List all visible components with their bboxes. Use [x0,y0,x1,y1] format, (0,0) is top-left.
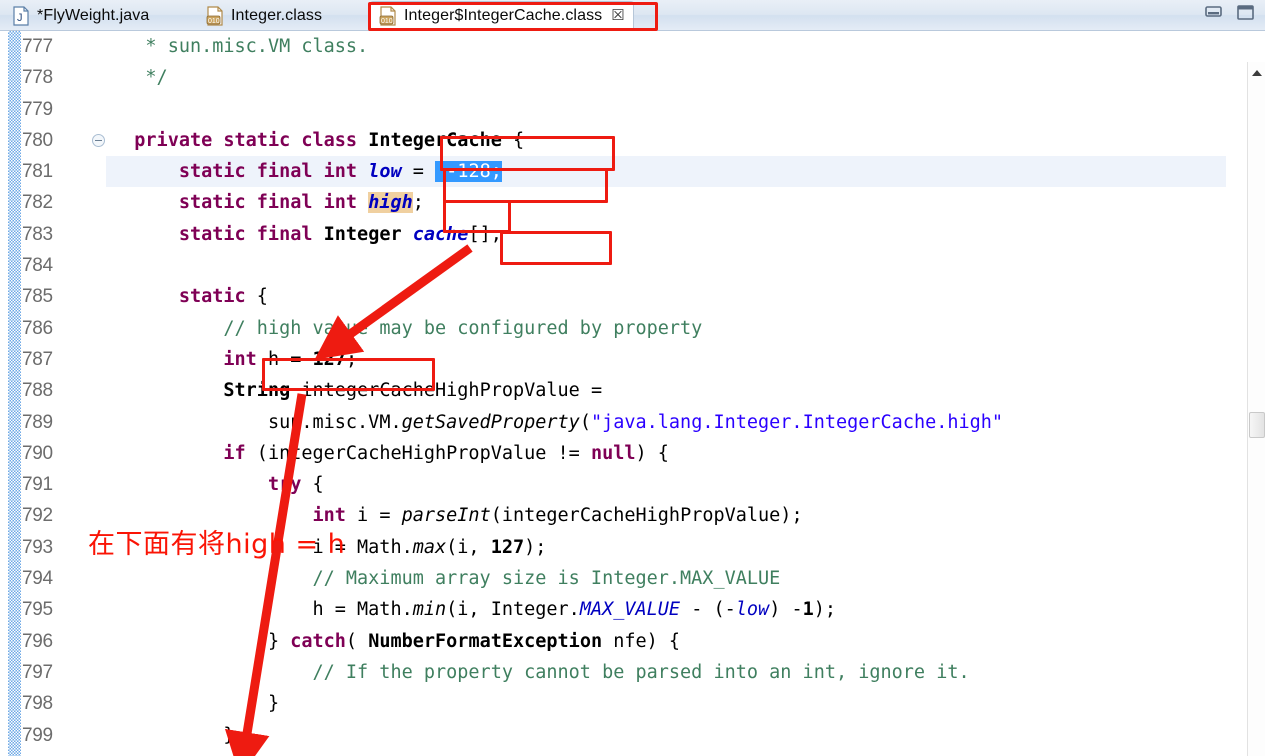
close-icon[interactable]: ☒ [611,8,624,23]
code-line[interactable]: 785 static { [0,281,1265,312]
line-number: 780 [22,129,53,151]
line-number: 792 [22,505,53,527]
code-line[interactable]: 782 static final int high; [0,187,1265,218]
code-line[interactable]: 795 h = Math.min(i, Integer.MAX_VALUE - … [0,594,1265,625]
line-number: 796 [22,630,53,652]
svg-text:010: 010 [381,18,393,25]
line-number: 788 [22,380,53,402]
code-line-text: } [223,724,235,746]
tab-label: *FlyWeight.java [37,6,150,24]
line-number: 786 [22,317,53,339]
code-line[interactable]: 797 // If the property cannot be parsed … [0,657,1265,688]
maximize-button[interactable] [1235,3,1257,21]
code-lines-container: 777 * sun.misc.VM class. 778 */779 780 pri… [0,31,1265,756]
line-number: 789 [22,411,53,433]
line-number: 798 [22,693,53,715]
svg-text:010: 010 [208,18,220,25]
tab-integer-integercache-class[interactable]: 010 Integer$IntegerCache.class ☒ [370,1,634,30]
code-line-text: // If the property cannot be parsed into… [312,661,970,683]
tab-label: Integer$IntegerCache.class [404,6,603,24]
code-line[interactable]: 779 [0,94,1265,125]
line-number: 779 [22,98,53,120]
code-line[interactable]: 794 // Maximum array size is Integer.MAX… [0,563,1265,594]
code-line-text: static final Integer cache[]; [178,223,502,245]
code-line[interactable]: 796 } catch( NumberFormatException nfe) … [0,626,1265,657]
eclipse-editor-window: J *FlyWeight.java 010 Integer.class 010 … [0,0,1265,756]
scroll-up-button[interactable] [1248,64,1265,82]
line-number: 782 [22,192,53,214]
code-line-text: int i = parseInt(integerCacheHighPropVal… [312,505,803,527]
code-line[interactable]: 778 */ [0,62,1265,93]
scrollbar-thumb[interactable] [1249,412,1265,438]
code-line-text: sun.misc.VM.getSavedProperty("java.lang.… [267,411,1004,433]
code-line[interactable]: 790 if (integerCacheHighPropValue != nul… [0,438,1265,469]
code-line[interactable]: 799 } [0,720,1265,751]
code-line-text: static { [178,286,268,308]
code-line[interactable]: 798 } [0,688,1265,719]
source-code-editor[interactable]: may be set and saved in the private syst… [0,31,1265,756]
tab-flyweight-java[interactable]: J *FlyWeight.java [4,1,157,30]
class-file-icon: 010 [206,5,224,26]
line-number: 795 [22,599,53,621]
window-controls [1203,0,1263,24]
code-line-text: } catch( NumberFormatException nfe) { [267,630,681,652]
code-line-text: static final int low = -128; [178,161,502,183]
code-line-text: try { [267,474,324,496]
line-number: 794 [22,568,53,590]
code-line-text: // Maximum array size is Integer.MAX_VAL… [312,568,781,590]
vertical-scrollbar[interactable] [1247,62,1265,756]
line-number: 778 [22,67,53,89]
line-number: 785 [22,286,53,308]
line-number: 787 [22,348,53,370]
java-file-icon: J [12,5,30,26]
code-line-text: */ [112,67,168,89]
code-line-text: i = Math.max(i, 127); [312,536,547,558]
code-line[interactable]: 784 [0,250,1265,281]
code-line-text: // high value may be configured by prope… [223,317,703,339]
line-number: 783 [22,223,53,245]
code-line-text: String integerCacheHighPropValue = [223,380,603,402]
code-line-text: static final int high; [178,192,424,214]
code-line[interactable]: 789 sun.misc.VM.getSavedProperty("java.l… [0,407,1265,438]
line-number: 784 [22,255,53,277]
code-line[interactable]: 781 static final int low = -128; [0,156,1265,188]
line-number: 781 [22,161,53,183]
code-line-text: h = Math.min(i, Integer.MAX_VALUE - (-lo… [312,599,837,621]
code-line-text: private static class IntegerCache { [134,129,525,151]
svg-text:J: J [17,12,23,24]
code-line[interactable]: 791 try { [0,469,1265,500]
code-line[interactable]: 780 private static class IntegerCache { [0,125,1265,156]
code-line-text: } [267,693,280,715]
line-number: 797 [22,661,53,683]
line-number: 777 [22,36,53,57]
code-line-text: if (integerCacheHighPropValue != null) { [223,442,669,464]
code-line[interactable]: 788 String integerCacheHighPropValue = [0,375,1265,406]
code-line-text: * sun.misc.VM class. [112,36,369,57]
line-number: 790 [22,442,53,464]
code-line[interactable]: 793 i = Math.max(i, 127); [0,532,1265,563]
code-line[interactable]: 786 // high value may be configured by p… [0,313,1265,344]
code-line[interactable]: 777 * sun.misc.VM class. [0,31,1265,62]
code-line[interactable]: 787 int h = 127; [0,344,1265,375]
code-line[interactable]: 783 static final Integer cache[]; [0,219,1265,250]
editor-tab-bar: J *FlyWeight.java 010 Integer.class 010 … [0,0,1265,31]
tab-integer-class[interactable]: 010 Integer.class [198,1,330,30]
minimize-button[interactable] [1203,3,1225,21]
line-number: 799 [22,724,53,746]
class-file-icon: 010 [379,5,397,26]
code-line[interactable]: 792 int i = parseInt(integerCacheHighPro… [0,500,1265,531]
fold-collapse-icon[interactable] [92,133,105,147]
line-number: 791 [22,474,53,496]
tab-label: Integer.class [231,6,323,24]
code-line-text: int h = 127; [223,348,358,370]
line-number: 793 [22,536,53,558]
